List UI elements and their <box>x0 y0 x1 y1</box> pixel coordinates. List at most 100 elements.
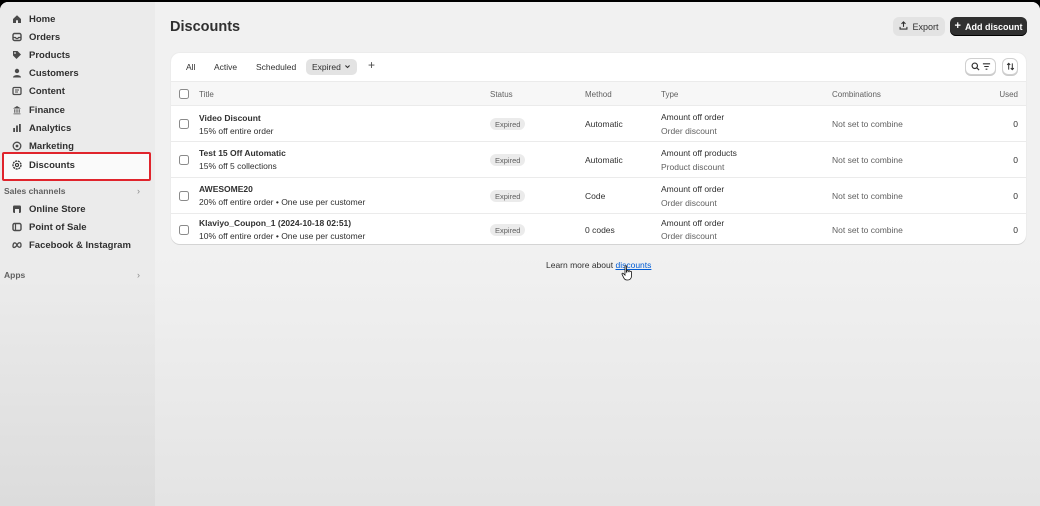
row-checkbox[interactable] <box>179 225 189 235</box>
search-icon <box>970 58 980 76</box>
export-button[interactable]: Export <box>893 17 945 36</box>
tab-all[interactable]: All <box>180 59 201 75</box>
sidebar-item-customers[interactable]: Customers <box>12 65 79 81</box>
add-view-icon[interactable]: + <box>368 58 375 72</box>
sidebar-item-label: Customers <box>29 67 79 79</box>
table-header: Title Status Method Type Combinations Us… <box>171 81 1026 106</box>
sidebar-item-home[interactable]: Home <box>12 11 55 27</box>
discount-summary: 10% off entire order • One use per custo… <box>199 231 366 241</box>
add-discount-button[interactable]: + Add discount <box>950 17 1027 36</box>
sales-channels-header[interactable]: Sales channels <box>4 186 65 196</box>
search-filter-button[interactable] <box>965 58 996 75</box>
discount-type-sub: Order discount <box>661 198 717 208</box>
sidebar-item-label: Marketing <box>29 140 74 152</box>
sidebar-item-point-of-sale[interactable]: Point of Sale <box>12 219 87 235</box>
tab-label: Scheduled <box>256 62 297 72</box>
discount-type: Amount off order <box>661 218 725 228</box>
sidebar-item-label: Analytics <box>29 122 72 134</box>
export-label: Export <box>912 21 939 32</box>
discount-summary: 20% off entire order • One use per custo… <box>199 197 366 207</box>
sidebar-item-label: Facebook & Instagram <box>29 239 131 251</box>
sidebar-item-marketing[interactable]: Marketing <box>12 138 74 154</box>
target-icon <box>12 141 22 151</box>
tab-label: Active <box>214 62 238 72</box>
discount-type: Amount off order <box>661 184 725 194</box>
discount-combinations: Not set to combine <box>832 225 903 235</box>
learn-more-prefix: Learn more about <box>546 260 614 270</box>
content-icon <box>12 86 22 96</box>
sidebar-item-facebook-instagram[interactable]: Facebook & Instagram <box>12 237 131 253</box>
discount-type-sub: Order discount <box>661 231 717 241</box>
discount-combinations: Not set to combine <box>832 119 903 129</box>
status-badge: Expired <box>490 224 526 236</box>
sidebar-item-orders[interactable]: Orders <box>12 29 60 45</box>
meta-icon <box>12 240 22 250</box>
person-icon <box>12 68 22 78</box>
discount-combinations: Not set to combine <box>832 191 903 201</box>
discount-title[interactable]: Klaviyo_Coupon_1 (2024-10-18 02:51) <box>199 218 351 228</box>
plus-icon: + <box>954 20 961 32</box>
hand-cursor-icon <box>621 265 632 281</box>
sidebar-item-finance[interactable]: Finance <box>12 102 65 118</box>
sidebar-item-label: Products <box>29 49 71 61</box>
discount-used: 0 <box>1013 155 1018 165</box>
column-method[interactable]: Method <box>585 90 612 99</box>
discount-combinations: Not set to combine <box>832 155 903 165</box>
store-icon <box>12 204 22 214</box>
sidebar-item-analytics[interactable]: Analytics <box>12 120 71 136</box>
main-content: Discounts Export + Add discount All Acti… <box>155 2 1040 506</box>
export-icon <box>899 21 908 32</box>
status-badge: Expired <box>490 190 526 202</box>
table-row[interactable]: Klaviyo_Coupon_1 (2024-10-18 02:51) 10% … <box>171 214 1026 244</box>
discount-type: Amount off products <box>661 148 737 158</box>
apps-header[interactable]: Apps <box>4 270 25 280</box>
column-title[interactable]: Title <box>199 90 214 99</box>
discount-method: Automatic <box>585 155 623 165</box>
sidebar-item-label: Point of Sale <box>29 221 87 233</box>
column-type[interactable]: Type <box>661 90 678 99</box>
row-checkbox[interactable] <box>179 191 189 201</box>
select-all-checkbox[interactable] <box>179 89 189 99</box>
chevron-down-icon <box>344 62 351 72</box>
discount-title[interactable]: Video Discount <box>199 113 261 123</box>
bar-chart-icon <box>12 123 22 133</box>
column-status[interactable]: Status <box>490 90 513 99</box>
chevron-right-icon[interactable]: › <box>137 186 140 196</box>
tab-active[interactable]: Active <box>208 59 243 75</box>
sidebar-item-products[interactable]: Products <box>12 47 70 63</box>
sidebar-item-label: Discounts <box>29 159 75 171</box>
discount-method: Automatic <box>585 119 623 129</box>
sidebar-item-online-store[interactable]: Online Store <box>12 201 85 217</box>
sidebar-item-label: Online Store <box>29 203 86 215</box>
sort-button[interactable] <box>1002 58 1018 75</box>
discount-type-sub: Order discount <box>661 126 717 136</box>
column-combinations[interactable]: Combinations <box>832 90 881 99</box>
tab-label: Expired <box>312 62 341 72</box>
status-badge: Expired <box>490 154 526 166</box>
tab-expired[interactable]: Expired <box>306 59 357 75</box>
discount-method: 0 codes <box>585 225 615 235</box>
row-checkbox[interactable] <box>179 119 189 129</box>
table-row[interactable]: Video Discount 15% off entire order Expi… <box>171 106 1026 142</box>
sidebar-item-content[interactable]: Content <box>12 83 65 99</box>
tab-scheduled[interactable]: Scheduled <box>250 59 302 75</box>
row-checkbox[interactable] <box>179 155 189 165</box>
tag-icon <box>12 50 22 60</box>
discount-title[interactable]: Test 15 Off Automatic <box>199 148 286 158</box>
discount-type: Amount off order <box>661 112 725 122</box>
chevron-right-icon[interactable]: › <box>137 270 140 280</box>
table-row[interactable]: Test 15 Off Automatic 15% off 5 collecti… <box>171 142 1026 178</box>
learn-more-text: Learn more about discounts <box>546 260 651 270</box>
column-used[interactable]: Used <box>999 90 1018 99</box>
table-row[interactable]: AWESOME20 20% off entire order • One use… <box>171 178 1026 214</box>
sidebar-item-label: Home <box>29 13 56 25</box>
discount-title[interactable]: AWESOME20 <box>199 184 253 194</box>
discount-used: 0 <box>1013 119 1018 129</box>
home-icon <box>12 14 22 24</box>
discount-type-sub: Product discount <box>661 162 725 172</box>
tab-label: All <box>186 62 196 72</box>
discounts-table-card: All Active Scheduled Expired + Title Sta… <box>171 53 1026 244</box>
sidebar-item-discounts[interactable]: Discounts <box>12 157 75 173</box>
pos-icon <box>12 222 22 232</box>
discount-method: Code <box>585 191 606 201</box>
